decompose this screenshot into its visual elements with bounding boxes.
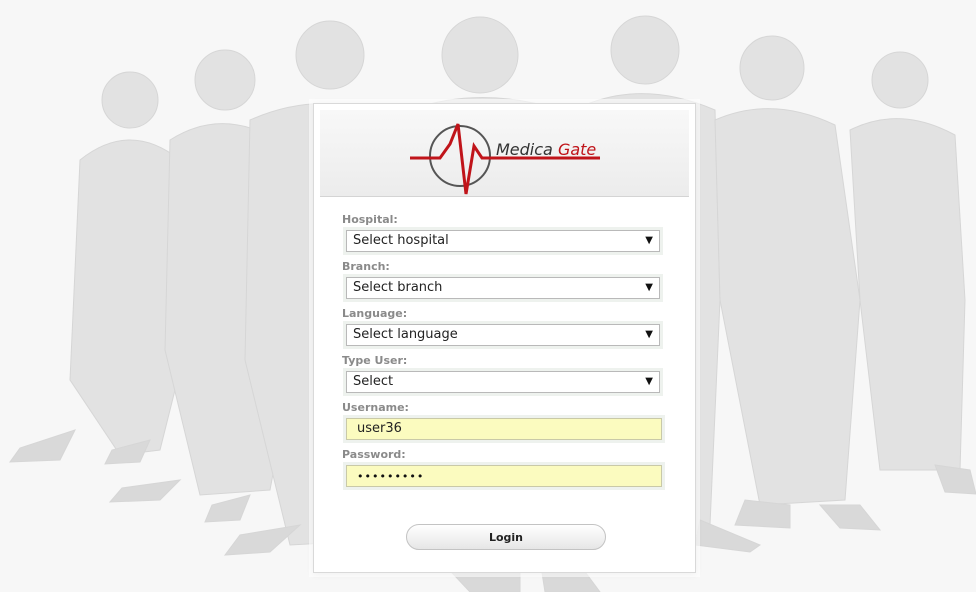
login-form: Hospital: Select hospital ▼ Branch: Sele… <box>342 210 672 494</box>
language-select-value: Select language <box>353 327 458 342</box>
hospital-label: Hospital: <box>342 213 398 226</box>
branch-select[interactable]: Select branch ▼ <box>346 277 660 299</box>
username-label: Username: <box>342 401 409 414</box>
dropdown-arrow-icon: ▼ <box>645 376 653 387</box>
logo-word-medica: Medica <box>496 140 553 159</box>
username-input[interactable]: user36 <box>346 418 662 440</box>
type-user-label: Type User: <box>342 354 408 367</box>
hospital-select[interactable]: Select hospital ▼ <box>346 230 660 252</box>
type-user-select[interactable]: Select ▼ <box>346 371 660 393</box>
language-label: Language: <box>342 307 408 320</box>
type-user-select-value: Select <box>353 374 394 389</box>
logo-word-gate: Gate <box>557 140 597 159</box>
hospital-select-value: Select hospital <box>353 233 449 248</box>
password-input[interactable]: ••••••••• <box>346 465 662 487</box>
dropdown-arrow-icon: ▼ <box>645 282 653 293</box>
password-label: Password: <box>342 448 406 461</box>
login-panel: Medica Gate Hospital: Select hospital ▼ … <box>313 103 696 573</box>
branch-label: Branch: <box>342 260 390 273</box>
panel-header: Medica Gate <box>320 110 689 197</box>
language-select[interactable]: Select language ▼ <box>346 324 660 346</box>
dropdown-arrow-icon: ▼ <box>645 235 653 246</box>
medica-gate-logo: Medica Gate <box>410 116 620 196</box>
dropdown-arrow-icon: ▼ <box>645 329 653 340</box>
login-button[interactable]: Login <box>406 524 606 550</box>
branch-select-value: Select branch <box>353 280 443 295</box>
password-masked-value: ••••••••• <box>357 470 425 483</box>
logo-text: Medica Gate <box>496 140 596 159</box>
